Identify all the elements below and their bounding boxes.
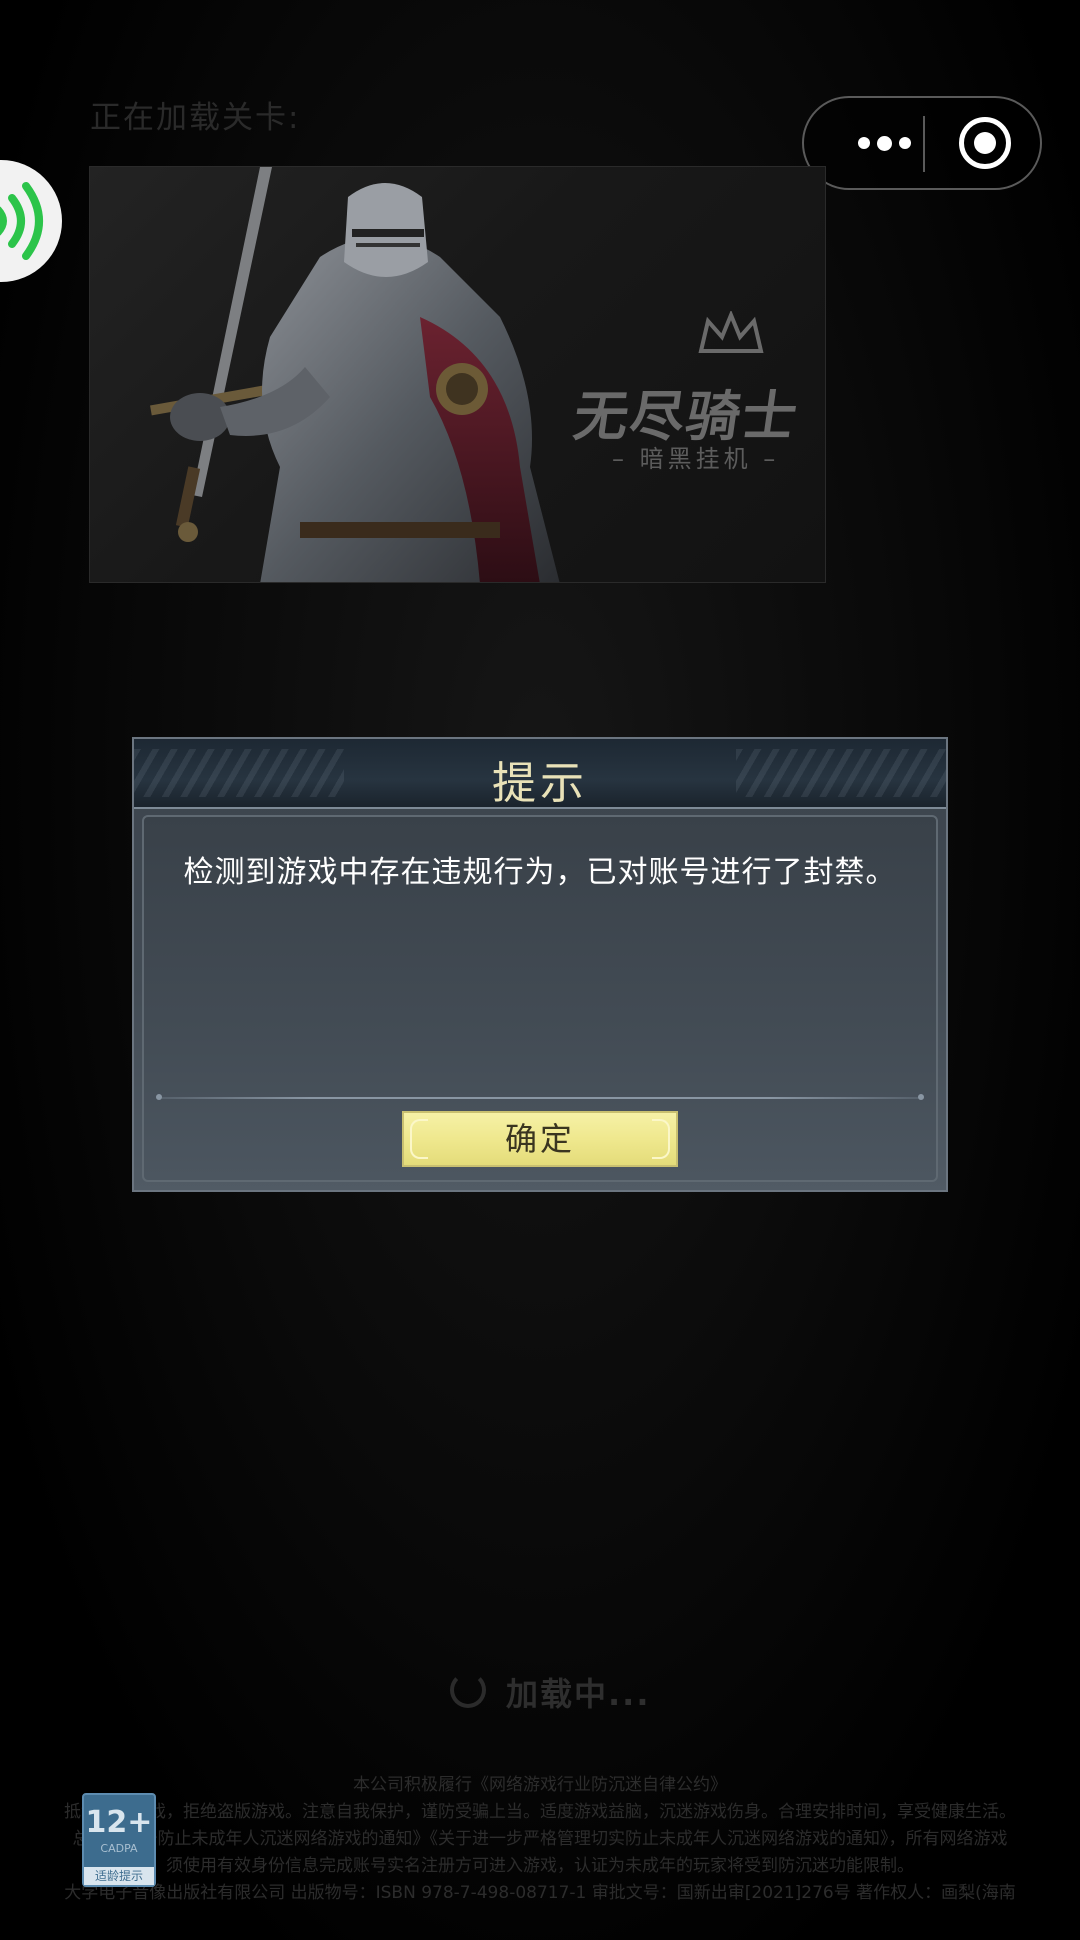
footer-line-4: 须使用有效身份信息完成账号实名注册方可进入游戏，认证为未成年的玩家将受到防沉迷功… [166, 1856, 914, 1876]
sound-wave-icon [0, 182, 43, 260]
game-subtitle: – 暗黑挂机 – [612, 445, 780, 473]
loading-text: 加载中... [506, 1675, 651, 1713]
game-loading-screen: 正在加载关卡: 无尽骑士 – 暗黑挂机 – 提示 检测到游戏中存在违规行为，已对… [0, 0, 1080, 1940]
dialog-message: 检测到游戏中存在违规行为，已对账号进行了封禁。 [183, 855, 897, 890]
dialog-divider [156, 1094, 924, 1100]
voice-float-ball[interactable] [0, 160, 62, 282]
dialog-title: 提示 [492, 758, 588, 809]
miniprogram-capsule [802, 96, 1042, 190]
footer-line-1: 本公司积极履行《网络游戏行业防沉迷自律公约》 [353, 1775, 727, 1795]
loading-spinner-icon [450, 1672, 486, 1708]
footer-line-2: 抵制不良游戏，拒绝盗版游戏。注意自我保护，谨防受骗上当。适度游戏益脑，沉迷游戏伤… [64, 1802, 1016, 1822]
capsule-divider [923, 116, 925, 172]
footer-line-5: 大学电子音像出版社有限公司 出版物号：ISBN 978-7-498-08717-… [64, 1883, 1016, 1903]
confirm-button[interactable]: 确定 [402, 1111, 678, 1167]
age-rating-org: CADPA [100, 1842, 138, 1855]
age-rating-tip: 适龄提示 [84, 1867, 154, 1885]
age-rating: 12+ [85, 1805, 153, 1840]
more-dots-icon[interactable] [834, 98, 934, 188]
footer-line-3: 总署《关于防止未成年人沉迷网络游戏的通知》《关于进一步严格管理切实防止未成年人沉… [72, 1829, 1008, 1849]
target-close-icon[interactable] [959, 117, 1011, 169]
dialog-header: 提示 [134, 739, 946, 809]
ban-notice-dialog: 提示 检测到游戏中存在违规行为，已对账号进行了封禁。 确定 [132, 737, 948, 1192]
game-banner: 无尽骑士 – 暗黑挂机 – [89, 166, 826, 583]
age-rating-badge: 12+ CADPA 适龄提示 [82, 1793, 156, 1887]
crown-icon [698, 311, 764, 353]
loading-level-label: 正在加载关卡: [90, 100, 301, 136]
